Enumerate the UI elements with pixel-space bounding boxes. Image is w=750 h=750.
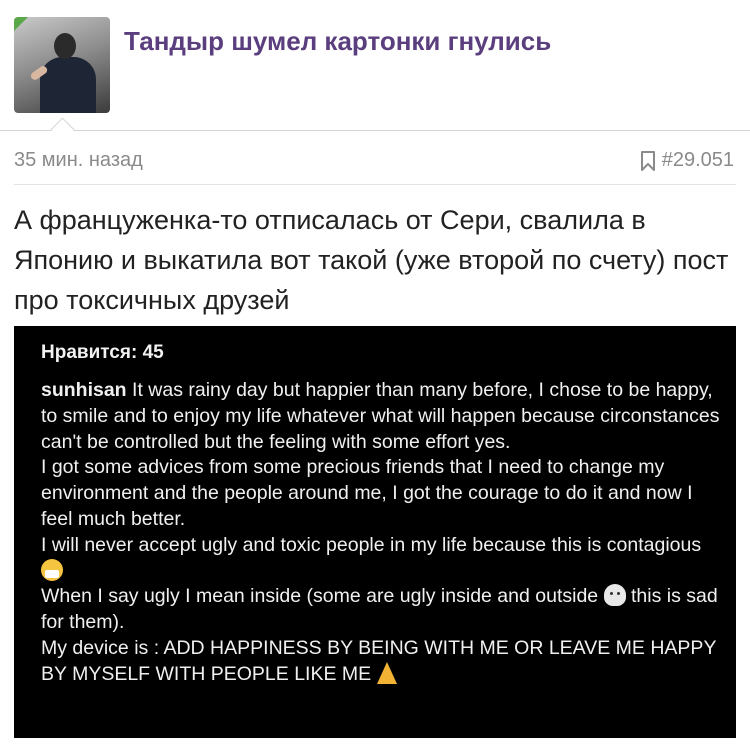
post-header: Тандыр шумел картонки гнулись: [0, 0, 750, 131]
avatar-figure-body: [40, 57, 96, 113]
caption-text-3: I will never accept ugly and toxic peopl…: [41, 533, 702, 556]
caption-text-4: When I say ugly I mean inside (some are …: [41, 585, 599, 608]
caption-paragraph: I got some advices from some precious fr…: [41, 455, 721, 532]
face-with-medical-mask-emoji: [41, 558, 63, 581]
bookmark-icon[interactable]: [640, 150, 656, 171]
caption-text-2: I got some advices from some precious fr…: [41, 456, 693, 530]
ghost-emoji: [603, 584, 626, 607]
caption-paragraph: My device is : ADD HAPPINESS BY BEING WI…: [41, 636, 721, 688]
thread-title[interactable]: Тандыр шумел картонки гнулись: [124, 26, 551, 57]
avatar-corner-flag: [14, 17, 28, 31]
caption-paragraph: sunhisan It was rainy day but happier th…: [41, 378, 721, 455]
post-number[interactable]: #29.051: [662, 149, 734, 172]
likes-count: Нравится: 45: [41, 342, 164, 363]
author-avatar[interactable]: [14, 17, 110, 113]
avatar-figure-head: [54, 33, 76, 59]
caption-text-1: It was rainy day but happier than many b…: [41, 379, 720, 453]
post-meta-bar: 35 мин. назад #29.051: [0, 131, 750, 184]
caption-paragraph: I will never accept ugly and toxic peopl…: [41, 533, 721, 585]
embedded-instagram-screenshot[interactable]: Нравится: 45 sunhisan It was rainy day b…: [14, 326, 736, 738]
folded-hands-emoji: [376, 661, 397, 684]
post-number-link[interactable]: #29.051: [640, 149, 734, 172]
caption-paragraph: When I say ugly I mean inside (some are …: [41, 584, 721, 636]
bottom-edge: [0, 738, 750, 750]
post-body-text: А француженка-то отписалась от Сери, сва…: [14, 205, 729, 315]
post-timestamp: 35 мин. назад: [14, 149, 143, 171]
instagram-caption: sunhisan It was rainy day but happier th…: [41, 378, 721, 688]
meta-divider: [14, 184, 736, 185]
caption-username: sunhisan: [41, 379, 127, 401]
